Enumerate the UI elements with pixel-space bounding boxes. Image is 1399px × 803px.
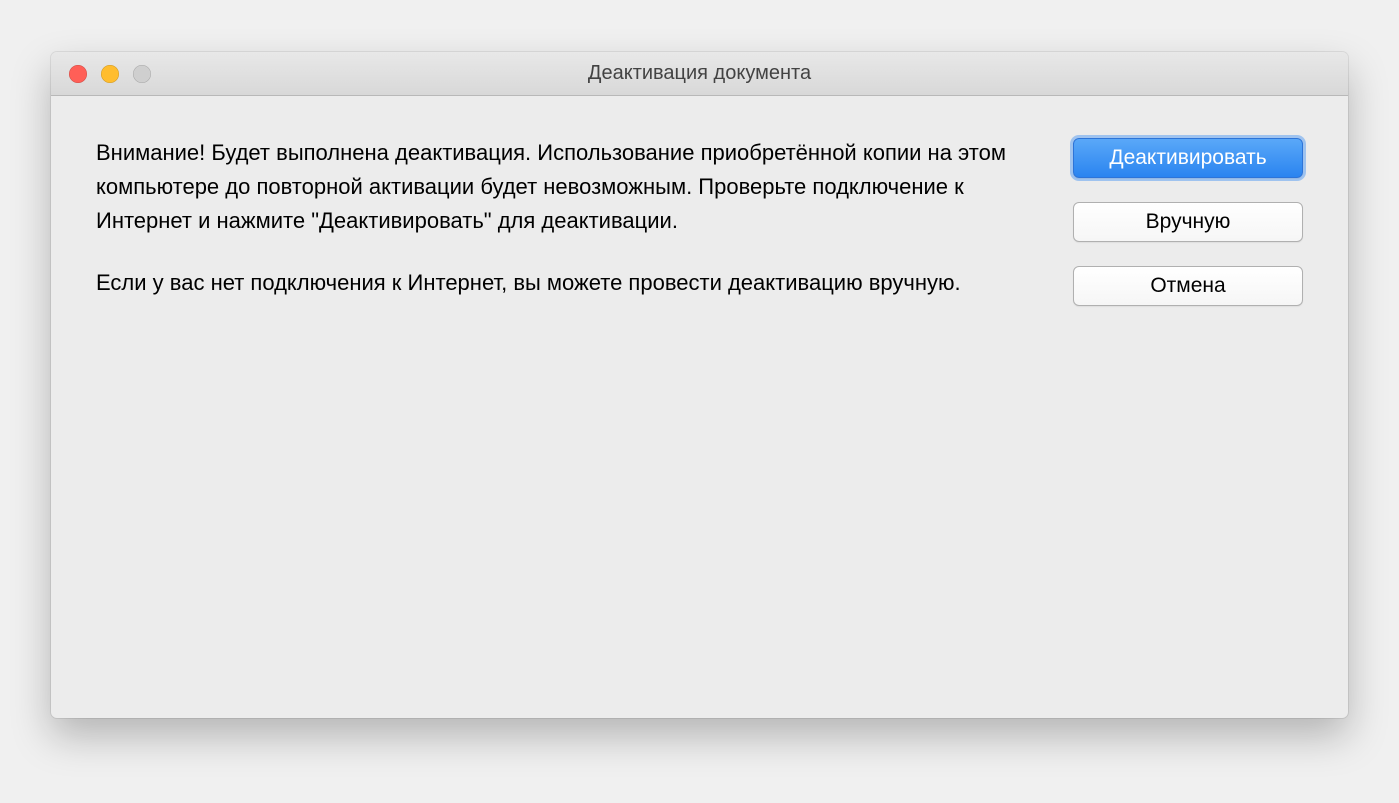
deactivate-button[interactable]: Деактивировать	[1073, 138, 1303, 178]
dialog-buttons: Деактивировать Вручную Отмена	[1073, 138, 1303, 673]
dialog-message: Внимание! Будет выполнена деактивация. И…	[96, 136, 1033, 673]
maximize-icon	[133, 65, 151, 83]
dialog-window: Деактивация документа Внимание! Будет вы…	[51, 52, 1348, 718]
manual-button[interactable]: Вручную	[1073, 202, 1303, 242]
titlebar: Деактивация документа	[51, 52, 1348, 96]
minimize-icon[interactable]	[101, 65, 119, 83]
traffic-lights	[51, 65, 151, 83]
window-title: Деактивация документа	[51, 62, 1348, 85]
message-paragraph-2: Если у вас нет подключения к Интернет, в…	[96, 266, 1033, 300]
close-icon[interactable]	[69, 65, 87, 83]
dialog-content: Внимание! Будет выполнена деактивация. И…	[51, 96, 1348, 718]
message-paragraph-1: Внимание! Будет выполнена деактивация. И…	[96, 136, 1033, 238]
cancel-button[interactable]: Отмена	[1073, 266, 1303, 306]
